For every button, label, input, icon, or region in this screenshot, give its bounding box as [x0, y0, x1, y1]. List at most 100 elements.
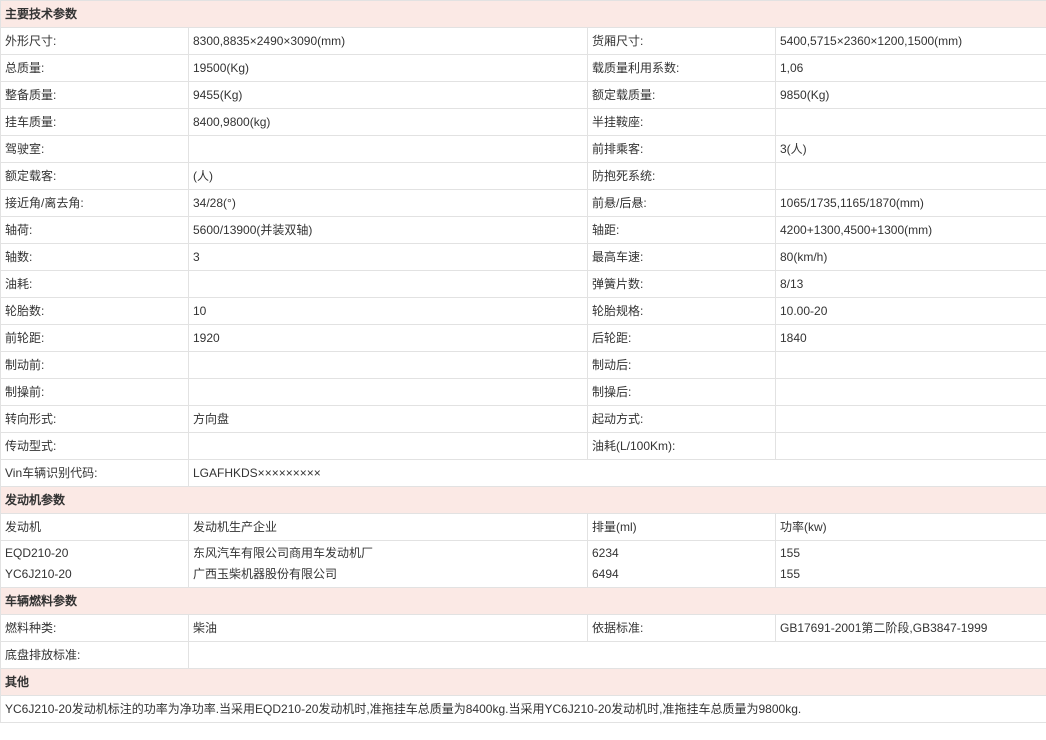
spec-label: 传动型式:: [0, 432, 189, 460]
spec-label: 载质量利用系数:: [587, 54, 776, 82]
spec-label: 制动前:: [0, 351, 189, 379]
table-row: 挂车质量: 8400,9800(kg) 半挂鞍座:: [0, 108, 1046, 136]
engine-value: 6234: [592, 546, 619, 560]
column-header: 发动机生产企业: [188, 513, 588, 541]
engine-cell: 东风汽车有限公司商用车发动机厂 广西玉柴机器股份有限公司: [188, 540, 588, 588]
vin-label: Vin车辆识别代码:: [0, 459, 189, 487]
spec-label: 驾驶室:: [0, 135, 189, 163]
spec-value: [774, 405, 1046, 433]
note-row: YC6J210-20发动机标注的功率为净功率.当采用EQD210-20发动机时,…: [0, 695, 1046, 723]
spec-value: 8/13: [774, 270, 1046, 298]
spec-label: 依据标准:: [587, 614, 776, 642]
spec-label: 最高车速:: [587, 243, 776, 271]
spec-value: 34/28(°): [188, 189, 588, 217]
spec-label: 制操前:: [0, 378, 189, 406]
spec-label: 外形尺寸:: [0, 27, 189, 55]
spec-label: 额定载质量:: [587, 81, 776, 109]
table-row: 传动型式: 油耗(L/100Km):: [0, 432, 1046, 460]
section-title: 车辆燃料参数: [0, 587, 1046, 615]
spec-value: 5400,5715×2360×1200,1500(mm): [774, 27, 1046, 55]
engine-data-row: EQD210-20 YC6J210-20 东风汽车有限公司商用车发动机厂 广西玉柴机器…: [0, 540, 1046, 588]
table-row: 驾驶室: 前排乘客: 3(人): [0, 135, 1046, 163]
spec-value: [774, 378, 1046, 406]
section-title: 其他: [0, 668, 1046, 696]
spec-label: 前悬/后悬:: [587, 189, 776, 217]
spec-table: 主要技术参数 外形尺寸: 8300,8835×2490×3090(mm) 货厢尺寸:…: [0, 0, 1046, 723]
spec-label: 转向形式:: [0, 405, 189, 433]
spec-label: 油耗:: [0, 270, 189, 298]
spec-value: 1840: [774, 324, 1046, 352]
spec-table-body: 主要技术参数 外形尺寸: 8300,8835×2490×3090(mm) 货厢尺寸:…: [0, 0, 1046, 723]
spec-label: 制动后:: [587, 351, 776, 379]
engine-value: EQD210-20: [5, 546, 69, 560]
spec-value: [188, 270, 588, 298]
spec-label: 轮胎数:: [0, 297, 189, 325]
engine-value: 155: [780, 567, 801, 581]
spec-label: 后轮距:: [587, 324, 776, 352]
spec-label: 轮胎规格:: [587, 297, 776, 325]
spec-value: 方向盘: [188, 405, 588, 433]
table-row: 轴荷: 5600/13900(并装双轴) 轴距: 4200+1300,4500+130…: [0, 216, 1046, 244]
engine-cell: EQD210-20 YC6J210-20: [0, 540, 189, 588]
spec-value: 3(人): [774, 135, 1046, 163]
engine-cell: 155 155: [774, 540, 1046, 588]
section-header-fuel: 车辆燃料参数: [0, 587, 1046, 615]
note-text: YC6J210-20发动机标注的功率为净功率.当采用EQD210-20发动机时,…: [0, 695, 1046, 723]
spec-value: 19500(Kg): [188, 54, 588, 82]
spec-value: 1,06: [774, 54, 1046, 82]
section-title: 主要技术参数: [0, 0, 1046, 28]
spec-label: 起动方式:: [587, 405, 776, 433]
spec-value: 5600/13900(并装双轴): [188, 216, 588, 244]
spec-value: [774, 432, 1046, 460]
spec-label: 制操后:: [587, 378, 776, 406]
spec-label: 轴数:: [0, 243, 189, 271]
spec-label: 整备质量:: [0, 81, 189, 109]
table-row: 前轮距: 1920 后轮距: 1840: [0, 324, 1046, 352]
table-row: 轮胎数: 10 轮胎规格: 10.00-20: [0, 297, 1046, 325]
spec-value: [188, 351, 588, 379]
section-header-main: 主要技术参数: [0, 0, 1046, 28]
spec-label: 挂车质量:: [0, 108, 189, 136]
spec-value: (人): [188, 162, 588, 190]
spec-value: [188, 135, 588, 163]
table-row: 整备质量: 9455(Kg) 额定载质量: 9850(Kg): [0, 81, 1046, 109]
section-title: 发动机参数: [0, 486, 1046, 514]
table-row: 外形尺寸: 8300,8835×2490×3090(mm) 货厢尺寸: 5400,57…: [0, 27, 1046, 55]
table-row: 转向形式: 方向盘 起动方式:: [0, 405, 1046, 433]
vin-value: LGAFHKDS×××××××××: [187, 459, 1046, 487]
column-header: 排量(ml): [587, 513, 776, 541]
engine-value: YC6J210-20: [5, 567, 72, 581]
engine-header-row: 发动机 发动机生产企业 排量(ml) 功率(kw): [0, 513, 1046, 541]
spec-label: 额定载客:: [0, 162, 189, 190]
chassis-emission-row: 底盘排放标准:: [0, 641, 1046, 669]
engine-value: 广西玉柴机器股份有限公司: [193, 567, 338, 581]
engine-value: 东风汽车有限公司商用车发动机厂: [193, 546, 374, 560]
table-row: 轴数: 3 最高车速: 80(km/h): [0, 243, 1046, 271]
spec-label: 前排乘客:: [587, 135, 776, 163]
spec-label: 燃料种类:: [0, 614, 189, 642]
spec-value: [187, 641, 1046, 669]
spec-label: 货厢尺寸:: [587, 27, 776, 55]
engine-value: 6494: [592, 567, 619, 581]
spec-label: 底盘排放标准:: [0, 641, 189, 669]
table-row: 制动前: 制动后:: [0, 351, 1046, 379]
table-row: 总质量: 19500(Kg) 载质量利用系数: 1,06: [0, 54, 1046, 82]
spec-label: 轴荷:: [0, 216, 189, 244]
spec-value: 柴油: [188, 614, 588, 642]
spec-label: 接近角/离去角:: [0, 189, 189, 217]
column-header: 功率(kw): [774, 513, 1046, 541]
spec-value: 3: [188, 243, 588, 271]
table-row: 额定载客: (人) 防抱死系统:: [0, 162, 1046, 190]
spec-value: 8400,9800(kg): [188, 108, 588, 136]
spec-label: 轴距:: [587, 216, 776, 244]
spec-value: 10: [188, 297, 588, 325]
spec-label: 油耗(L/100Km):: [587, 432, 776, 460]
table-row: 燃料种类: 柴油 依据标准: GB17691-2001第二阶段,GB3847-1999: [0, 614, 1046, 642]
table-row: 油耗: 弹簧片数: 8/13: [0, 270, 1046, 298]
spec-value: 9455(Kg): [188, 81, 588, 109]
spec-value: 10.00-20: [774, 297, 1046, 325]
section-header-other: 其他: [0, 668, 1046, 696]
spec-value: 8300,8835×2490×3090(mm): [188, 27, 588, 55]
spec-value: [188, 378, 588, 406]
table-row: 接近角/离去角: 34/28(°) 前悬/后悬: 1065/1735,1165/187…: [0, 189, 1046, 217]
